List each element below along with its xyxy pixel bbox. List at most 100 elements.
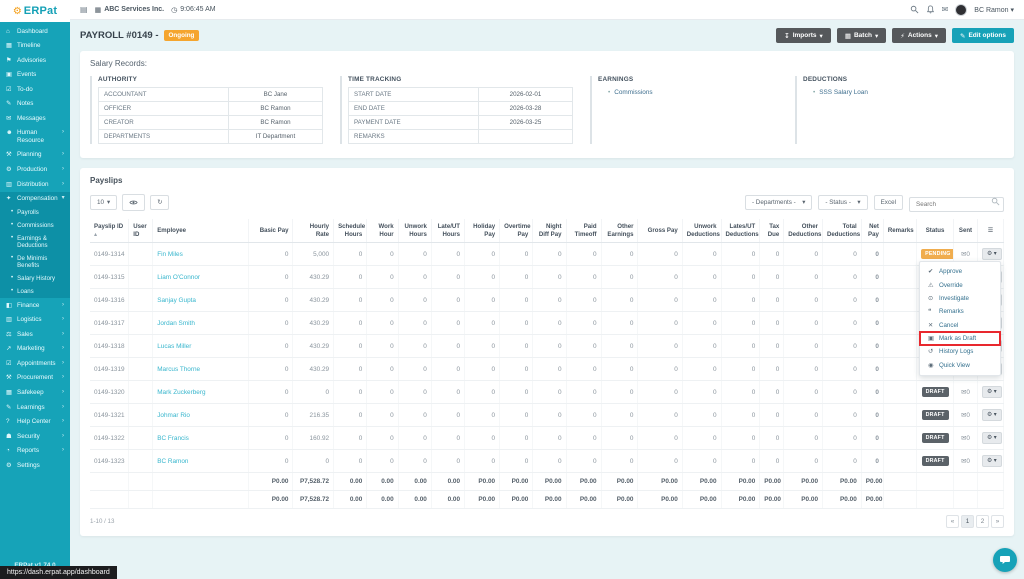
eye-icon[interactable]	[122, 194, 146, 211]
sidebar-item-timeline[interactable]: ▦ Timeline	[0, 39, 70, 54]
row-actions-button[interactable]: ⚙ ▾	[981, 432, 1002, 445]
row-actions-button[interactable]: ⚙ ▾	[981, 455, 1002, 468]
column-header-paid-timeoff[interactable]: Paid Timeoff	[566, 219, 602, 244]
column-header-other-deductions[interactable]: Other Deductions	[783, 219, 823, 244]
employee-link[interactable]: Sanjay Gupta	[157, 297, 196, 304]
sidebar-subitem-commissions[interactable]: • Commissions	[0, 219, 70, 232]
sidebar-item-distribution[interactable]: ▥ Distribution ›	[0, 177, 70, 192]
employee-link[interactable]: BC Ramon	[157, 458, 188, 465]
column-header-other-earnings[interactable]: Other Earnings	[601, 219, 639, 244]
page-button-1[interactable]: 1	[961, 515, 974, 529]
column-header-basic-pay[interactable]: Basic Pay	[248, 219, 294, 244]
column-header-user-id[interactable]: User ID	[128, 219, 154, 244]
mail-icon[interactable]: ✉	[942, 5, 949, 14]
search-input[interactable]	[909, 197, 1004, 212]
excel-export-button[interactable]: Excel	[873, 195, 903, 210]
column-header-hourly-rate[interactable]: Hourly Rate	[292, 219, 335, 244]
column-header-lates-ut-deductions[interactable]: Lates/UT Deductions	[721, 219, 761, 244]
sidebar-subitem-earnings-deductions[interactable]: • Earnings & Deductions	[0, 231, 70, 253]
batch-button[interactable]: ▦ Batch ▾	[836, 28, 887, 43]
page-button-2[interactable]: 2	[976, 515, 989, 529]
column-header-sent[interactable]: Sent	[953, 219, 978, 244]
refresh-icon[interactable]: ↻	[150, 195, 170, 210]
sidebar-item-human-resource[interactable]: ☻ Human Resource ›	[0, 126, 70, 148]
column-header-late-ut-hours[interactable]: Late/UT Hours	[431, 219, 466, 244]
employee-link[interactable]: Mark Zuckerberg	[157, 389, 205, 396]
employee-link[interactable]: Johmar Rio	[157, 412, 190, 419]
page-button-next[interactable]: »	[991, 515, 1004, 529]
column-header-total-deductions[interactable]: Total Deductions	[822, 219, 862, 244]
employee-link[interactable]: Liam O'Connor	[157, 274, 200, 281]
column-header-unwork-hours[interactable]: Unwork Hours	[398, 219, 432, 244]
actions-button[interactable]: ⚡ Actions ▾	[892, 28, 946, 43]
column-header-employee[interactable]: Employee	[152, 219, 250, 244]
sidebar-item-appointments[interactable]: ☑ Appointments ›	[0, 356, 70, 371]
sidebar-item-procurement[interactable]: ⚒ Procurement ›	[0, 371, 70, 386]
column-header-status[interactable]: Status	[916, 219, 954, 244]
sidebar-item-events[interactable]: ▣ Events	[0, 68, 70, 83]
sidebar-item-learnings[interactable]: ✎ Learnings ›	[0, 400, 70, 415]
employee-link[interactable]: BC Francis	[157, 435, 189, 442]
row-actions-button[interactable]: ⚙ ▾	[981, 248, 1002, 261]
column-header-net-pay[interactable]: Net Pay	[861, 219, 884, 244]
edit-options-button[interactable]: ✎ Edit options	[951, 28, 1014, 43]
row-actions-button[interactable]: ⚙ ▾	[981, 386, 1002, 399]
sidebar-item-security[interactable]: ☗ Security ›	[0, 429, 70, 444]
sidebar-item-to-do[interactable]: ☑ To-do	[0, 82, 70, 97]
sidebar-item-reports[interactable]: ◔ Reports ›	[0, 444, 70, 459]
employee-link[interactable]: Fin Miles	[157, 251, 183, 258]
sidebar-item-sales[interactable]: ⚖ Sales ›	[0, 327, 70, 342]
apps-grid-icon[interactable]: ▤	[80, 5, 88, 14]
context-menu-item-history-logs[interactable]: ↺ History Logs	[920, 345, 1000, 358]
column-header-overtime-pay[interactable]: Overtime Pay	[499, 219, 534, 244]
sidebar-item-advisories[interactable]: ⚑ Advisories	[0, 53, 70, 68]
context-menu-item-approve[interactable]: ✔ Approve	[920, 265, 1000, 278]
context-menu-item-mark-as-draft[interactable]: ▣ Mark as Draft	[919, 330, 1001, 347]
context-menu-item-quick-view[interactable]: ◉ Quick View	[920, 359, 1000, 372]
page-button-prev[interactable]: «	[946, 515, 959, 529]
column-menu-icon[interactable]: ☰	[977, 219, 1005, 244]
employee-link[interactable]: Lucas Miller	[157, 343, 191, 350]
sidebar-subitem-loans[interactable]: • Loans	[0, 285, 70, 299]
bell-icon[interactable]	[926, 5, 935, 14]
imports-button[interactable]: ↧ Imports ▾	[776, 28, 831, 43]
page-size-select[interactable]: 10 ▾	[90, 195, 118, 210]
column-header-schedule-hours[interactable]: Schedule Hours	[333, 219, 368, 244]
column-header-payslip-id[interactable]: Payslip ID ▴	[90, 219, 130, 244]
context-menu-item-cancel[interactable]: ✕ Cancel	[920, 319, 1000, 332]
sidebar-subitem-salary-history[interactable]: • Salary History	[0, 272, 70, 286]
column-header-holiday-pay[interactable]: Holiday Pay	[464, 219, 501, 244]
avatar[interactable]	[955, 3, 968, 16]
sidebar-item-planning[interactable]: ⚒ Planning ›	[0, 148, 70, 163]
column-header-unwork-deductions[interactable]: Unwork Deductions	[682, 219, 722, 244]
sidebar-item-marketing[interactable]: ↗ Marketing ›	[0, 342, 70, 357]
app-logo[interactable]: ⚙ ERPat	[0, 0, 70, 22]
sidebar-item-production[interactable]: ⚙ Production ›	[0, 162, 70, 177]
column-header-tax-due[interactable]: Tax Due	[759, 219, 785, 244]
employee-link[interactable]: Marcus Thorne	[157, 366, 200, 373]
employee-link[interactable]: Jordan Smith	[157, 320, 195, 327]
sidebar-subitem-de-minimis-benefits[interactable]: • De Minimis Benefits	[0, 252, 70, 273]
context-menu-item-remarks[interactable]: ❝ Remarks	[920, 305, 1000, 318]
sidebar-item-compensation[interactable]: ✦ Compensation ▾	[0, 191, 70, 207]
status-filter[interactable]: - Status - ▾	[818, 195, 868, 210]
sidebar-item-safekeep[interactable]: ▦ Safekeep ›	[0, 385, 70, 400]
column-header-gross-pay[interactable]: Gross Pay	[637, 219, 683, 244]
column-header-work-hour[interactable]: Work Hour	[366, 219, 399, 244]
sidebar-subitem-payrolls[interactable]: • Payrolls	[0, 206, 70, 220]
sidebar-item-settings[interactable]: ⚙ Settings	[0, 458, 70, 473]
sidebar-item-finance[interactable]: ◧ Finance ›	[0, 298, 70, 313]
chat-bubble-button[interactable]	[993, 548, 1017, 572]
sidebar-item-messages[interactable]: ✉ Messages	[0, 111, 70, 126]
sidebar-item-notes[interactable]: ✎ Notes	[0, 97, 70, 112]
sidebar-item-help-center[interactable]: ? Help Center ›	[0, 415, 70, 430]
departments-filter[interactable]: - Departments - ▾	[744, 195, 813, 210]
sidebar-item-dashboard[interactable]: ⌂ Dashboard	[0, 24, 70, 39]
row-actions-button[interactable]: ⚙ ▾	[981, 409, 1002, 422]
column-header-night-diff-pay[interactable]: Night Diff Pay	[532, 219, 567, 244]
context-menu-item-investigate[interactable]: ⊙ Investigate	[920, 292, 1000, 305]
search-icon[interactable]	[910, 5, 919, 14]
column-header-remarks[interactable]: Remarks	[883, 219, 918, 244]
user-menu[interactable]: BC Ramon ▾	[974, 6, 1014, 14]
context-menu-item-override[interactable]: ⚠ Override	[920, 278, 1000, 291]
